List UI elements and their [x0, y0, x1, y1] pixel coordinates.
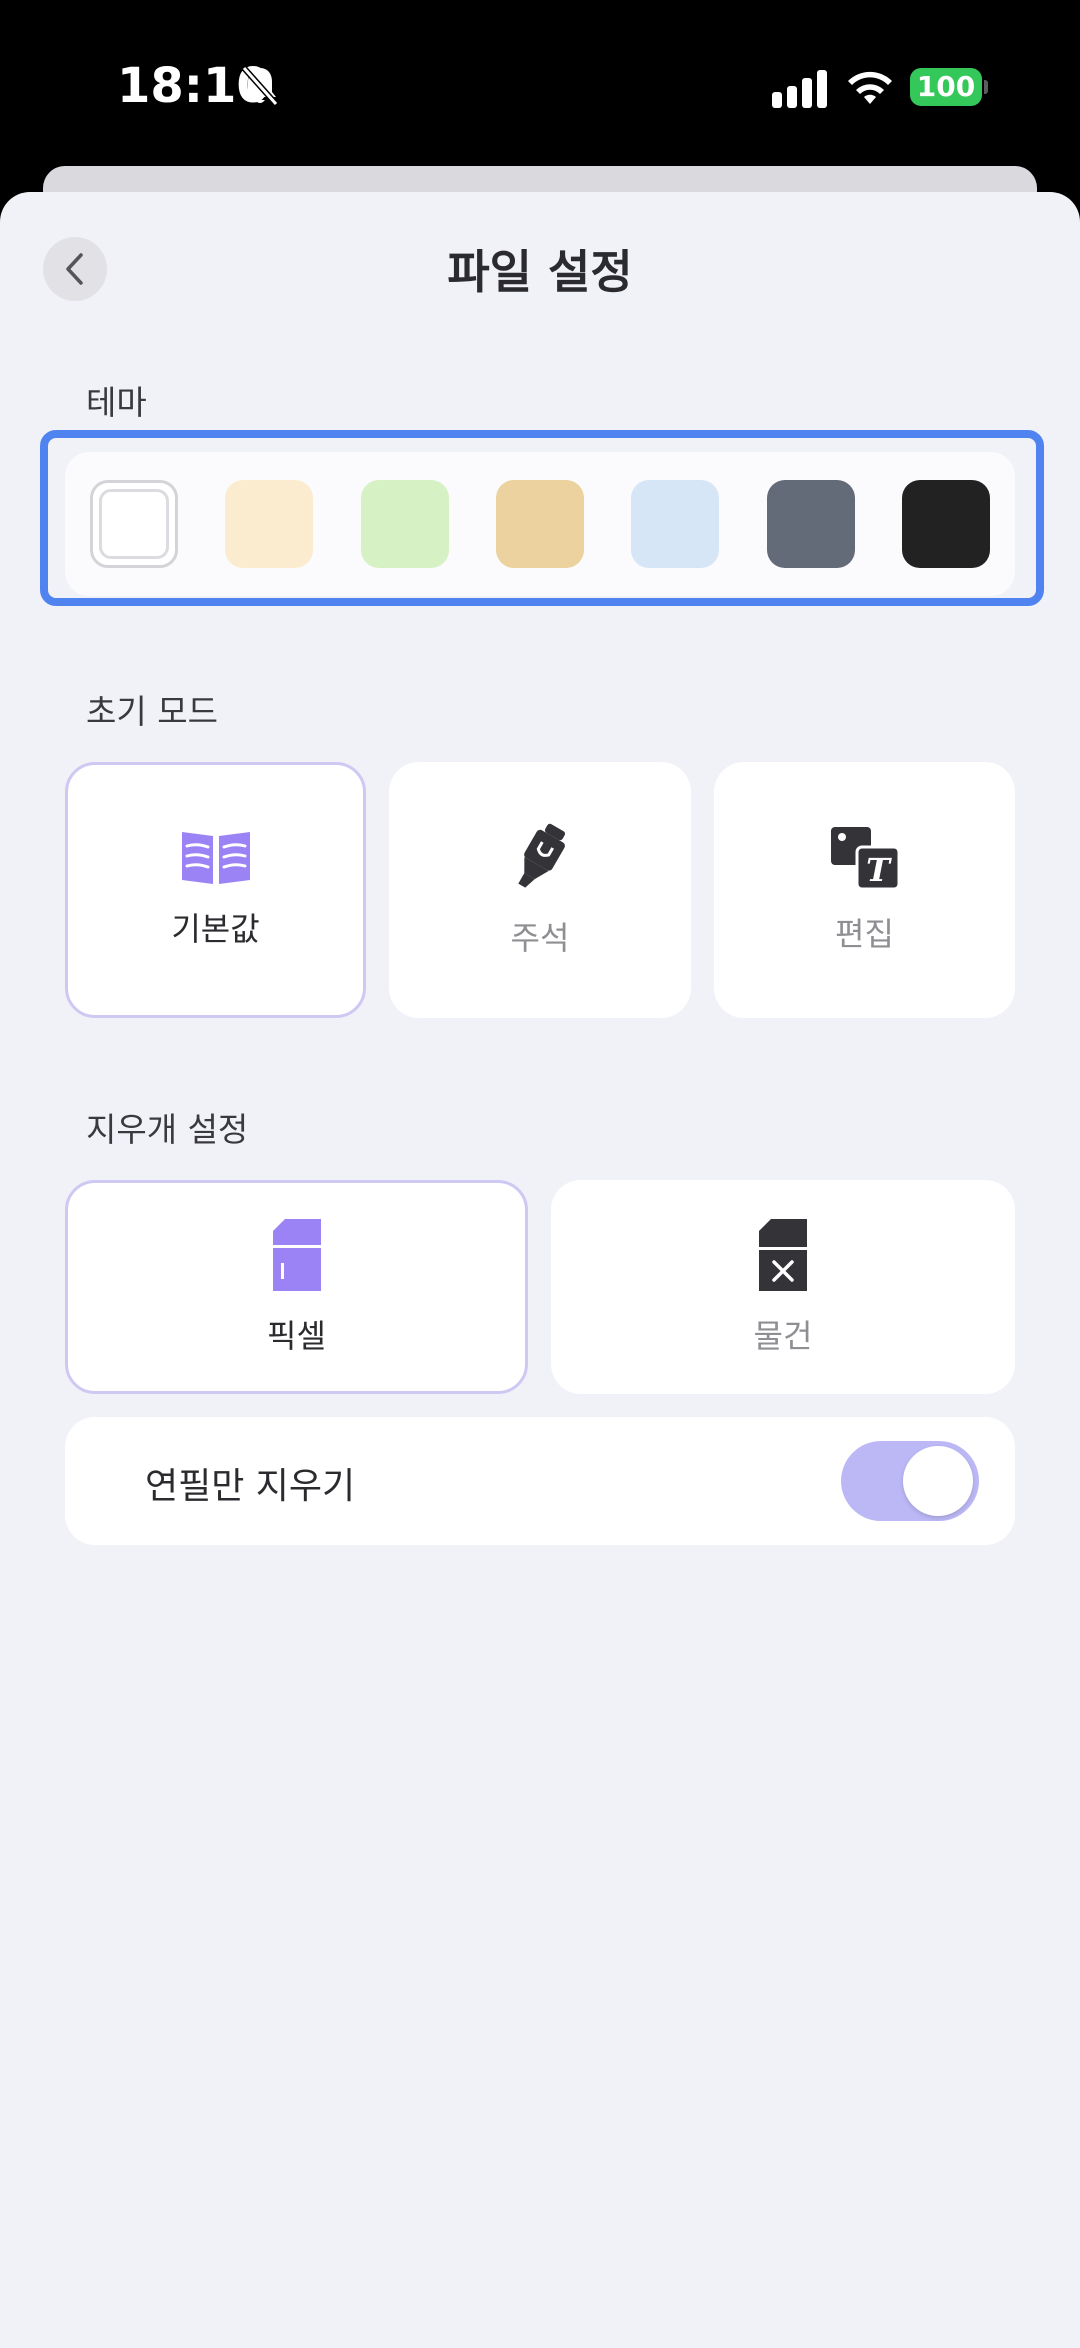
- book-icon: [181, 832, 250, 884]
- battery-nub: [984, 80, 988, 94]
- object-eraser-icon: [759, 1219, 807, 1291]
- status-bar: 18:10 100: [0, 0, 1080, 166]
- eraser-settings-label: 지우개 설정: [86, 1110, 249, 1149]
- erase-pencil-only-label: 연필만 지우기: [145, 1466, 356, 1507]
- mode-annotate-card[interactable]: 주석: [389, 762, 691, 1018]
- eraser-object-card[interactable]: 물건: [551, 1180, 1015, 1394]
- initial-mode-label: 초기 모드: [86, 692, 218, 731]
- wifi-icon: [848, 71, 892, 104]
- theme-swatch-light-green[interactable]: [360, 480, 449, 568]
- svg-text:T: T: [866, 851, 892, 889]
- theme-swatch-cream[interactable]: [225, 480, 314, 568]
- theme-swatch-black[interactable]: [901, 480, 990, 568]
- battery-indicator: 100: [910, 68, 982, 106]
- bell-muted-icon: [241, 66, 279, 106]
- image-text-icon: T: [830, 827, 900, 891]
- pixel-eraser-icon: [272, 1219, 321, 1291]
- theme-swatch-row: [65, 452, 1015, 596]
- theme-swatch-light-blue[interactable]: [631, 480, 720, 568]
- theme-swatch-white[interactable]: [90, 480, 178, 568]
- eraser-pixel-card[interactable]: 픽셀: [65, 1180, 528, 1394]
- page-title: 파일 설정: [447, 245, 633, 299]
- eraser-object-label: 물건: [753, 1317, 813, 1355]
- mode-edit-label: 편집: [835, 915, 894, 953]
- highlighter-icon: [518, 823, 566, 888]
- erase-pencil-only-row: 연필만 지우기: [65, 1417, 1015, 1545]
- toggle-knob: [903, 1446, 973, 1516]
- mode-edit-card[interactable]: T 편집: [714, 762, 1015, 1018]
- theme-label: 테마: [86, 383, 147, 422]
- mode-default-card[interactable]: 기본값: [65, 762, 366, 1018]
- theme-swatch-tan[interactable]: [495, 480, 584, 568]
- mode-default-label: 기본값: [171, 910, 260, 948]
- signal-icon: [772, 70, 827, 108]
- erase-pencil-only-toggle[interactable]: [841, 1441, 979, 1521]
- eraser-pixel-label: 픽셀: [267, 1317, 326, 1355]
- mode-annotate-label: 주석: [510, 919, 570, 957]
- theme-swatch-slate[interactable]: [766, 480, 855, 568]
